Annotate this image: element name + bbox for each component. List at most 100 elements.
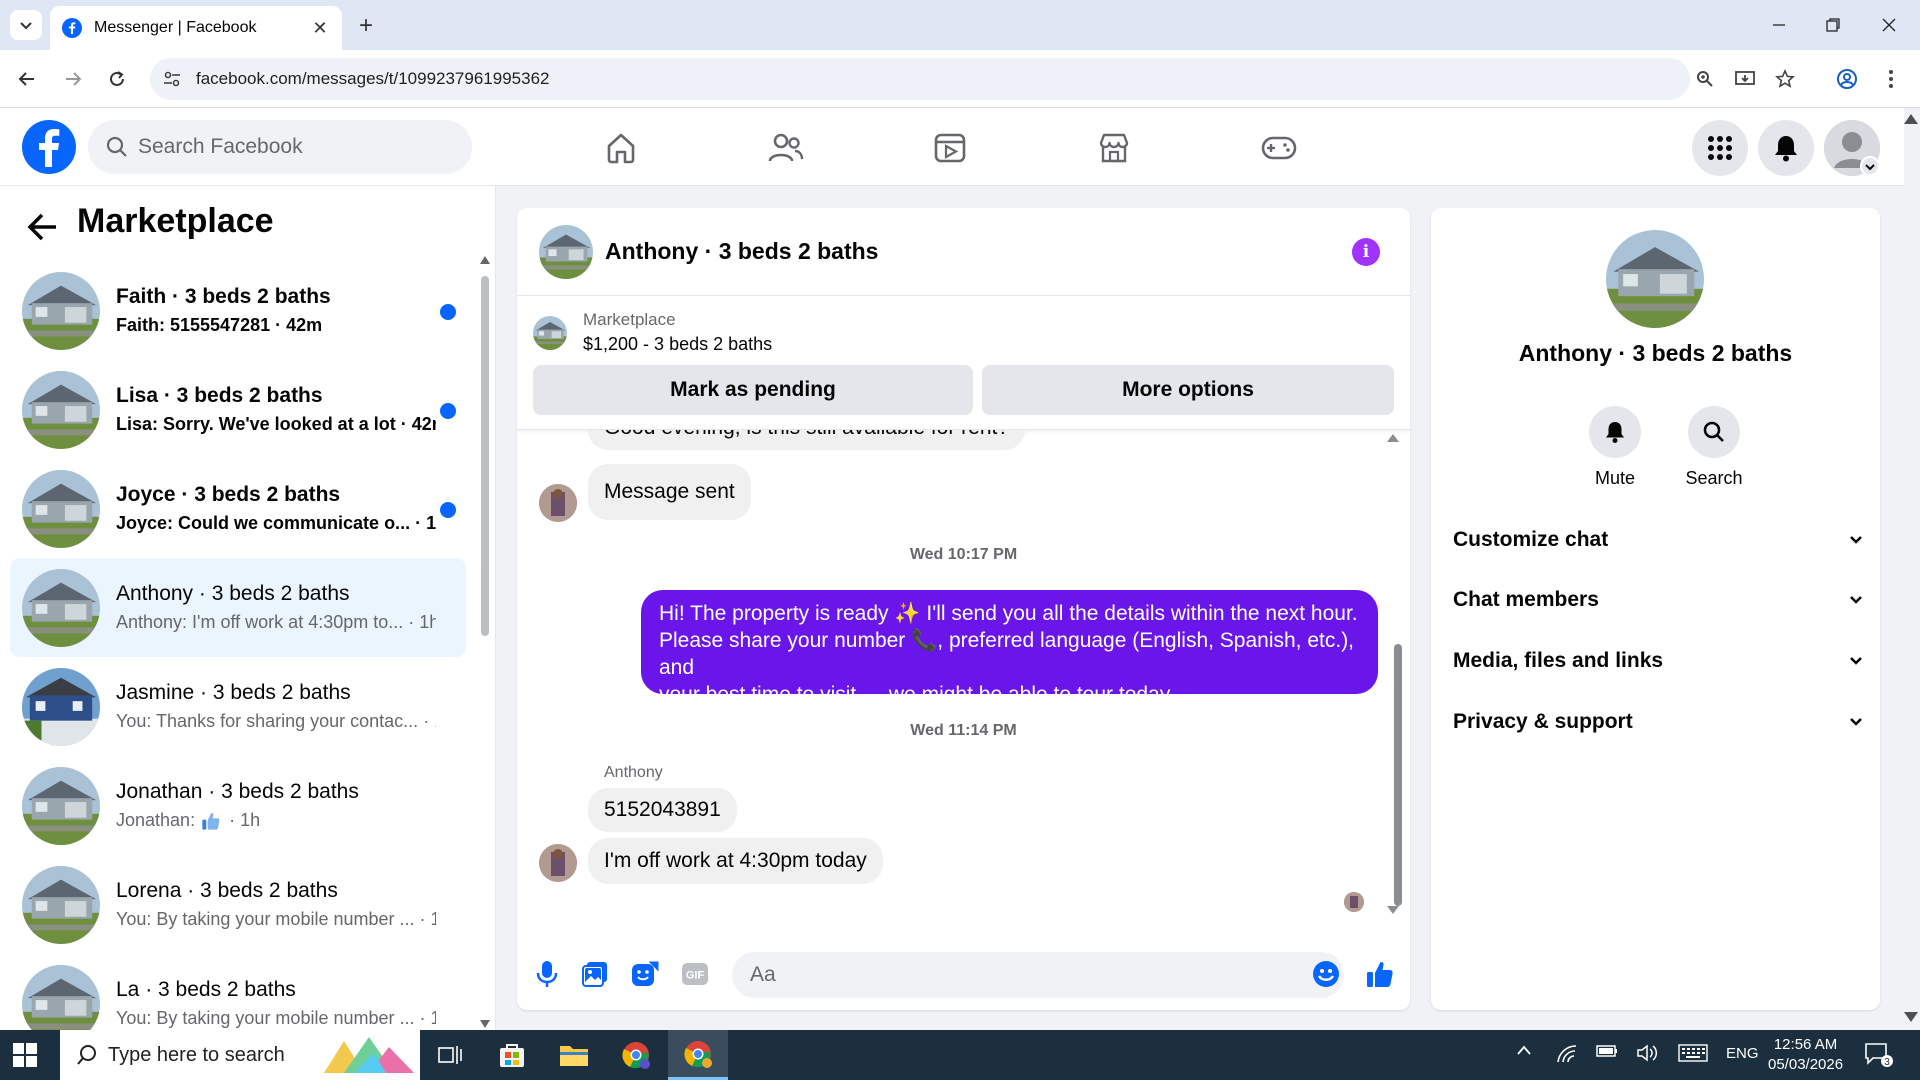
thumbs-up-icon[interactable] bbox=[1362, 956, 1398, 992]
url-field[interactable]: facebook.com/messages/t/1099237961995362 bbox=[150, 58, 1690, 100]
customize-chat-section[interactable]: Customize chat bbox=[1453, 516, 1863, 564]
media-files-links-section[interactable]: Media, files and links bbox=[1453, 637, 1863, 685]
home-icon[interactable] bbox=[599, 126, 643, 170]
message-input[interactable] bbox=[732, 952, 1344, 998]
mark-pending-button[interactable]: Mark as pending bbox=[533, 365, 973, 415]
install-app-icon[interactable] bbox=[1730, 64, 1760, 94]
windows-start-icon[interactable] bbox=[12, 1042, 38, 1068]
video-icon[interactable] bbox=[928, 126, 972, 170]
conversation-item[interactable]: Joyce · 3 beds 2 baths Joyce: Could we co… bbox=[10, 459, 466, 558]
conversation-item[interactable]: Lisa · 3 beds 2 baths Lisa: Sorry. We've … bbox=[10, 360, 466, 459]
search-in-chat-button[interactable]: Search bbox=[1674, 406, 1754, 489]
back-arrow-icon[interactable] bbox=[26, 210, 60, 244]
sticker-icon[interactable] bbox=[627, 956, 663, 992]
volume-icon[interactable] bbox=[1636, 1044, 1658, 1062]
message-bubble[interactable]: 5152043891 bbox=[588, 788, 737, 832]
menu-grid-icon[interactable] bbox=[1692, 120, 1748, 176]
search-icon bbox=[76, 1044, 98, 1066]
keyboard-icon[interactable] bbox=[1678, 1044, 1708, 1062]
scroll-down-icon[interactable] bbox=[480, 1020, 490, 1028]
chat-title[interactable]: Anthony · 3 beds 2 baths bbox=[605, 238, 878, 265]
listing-title[interactable]: $1,200 - 3 beds 2 baths bbox=[583, 334, 772, 355]
microphone-icon[interactable] bbox=[529, 956, 565, 992]
scroll-up-icon[interactable] bbox=[480, 256, 490, 264]
show-hidden-icons-icon[interactable] bbox=[1516, 1044, 1532, 1056]
back-icon[interactable] bbox=[12, 64, 42, 94]
new-tab-button[interactable]: + bbox=[352, 12, 380, 40]
more-options-button[interactable]: More options bbox=[982, 365, 1394, 415]
preview-separator: · bbox=[270, 314, 287, 335]
conversation-item[interactable]: Jonathan · 3 beds 2 baths Jonathan: · 1h bbox=[10, 756, 466, 855]
conversation-item[interactable]: Jasmine · 3 beds 2 baths You: Thanks for … bbox=[10, 657, 466, 756]
privacy-support-section[interactable]: Privacy & support bbox=[1453, 698, 1863, 746]
facebook-logo[interactable] bbox=[22, 120, 76, 174]
profile-avatar[interactable] bbox=[1606, 230, 1704, 328]
tab-close-icon[interactable]: ✕ bbox=[310, 18, 330, 38]
scrollbar-thumb[interactable] bbox=[481, 276, 489, 636]
conversation-item[interactable]: Anthony · 3 beds 2 baths Anthony: I'm off… bbox=[10, 558, 466, 657]
conversation-name: Joyce · 3 beds 2 baths bbox=[116, 482, 341, 506]
sender-avatar[interactable] bbox=[539, 844, 577, 882]
conversation-item[interactable]: Faith · 3 beds 2 baths Faith: 5155547281 … bbox=[10, 261, 466, 360]
chat-avatar[interactable] bbox=[539, 225, 593, 279]
scroll-down-icon[interactable] bbox=[1387, 906, 1399, 914]
browser-menu-icon[interactable] bbox=[1876, 64, 1906, 94]
conversation-avatar bbox=[22, 569, 100, 647]
marketplace-icon[interactable] bbox=[1092, 126, 1136, 170]
conversation-item[interactable]: Lorena · 3 beds 2 baths You: By taking yo… bbox=[10, 855, 466, 954]
account-avatar[interactable] bbox=[1824, 120, 1880, 176]
photo-icon[interactable] bbox=[577, 956, 613, 992]
reload-icon[interactable] bbox=[102, 64, 132, 94]
conversation-list: Faith · 3 beds 2 baths Faith: 5155547281 … bbox=[10, 261, 466, 1030]
microsoft-store-icon[interactable] bbox=[482, 1030, 542, 1080]
task-view-icon[interactable] bbox=[420, 1030, 480, 1080]
chevron-down-icon bbox=[20, 22, 32, 30]
file-explorer-icon[interactable] bbox=[544, 1030, 604, 1080]
emoji-icon[interactable] bbox=[1308, 956, 1344, 992]
page-scroll-down-icon[interactable] bbox=[1904, 1012, 1918, 1022]
mute-button[interactable]: Mute bbox=[1575, 406, 1655, 489]
info-icon[interactable]: i bbox=[1352, 238, 1380, 266]
notifications-bell-icon[interactable] bbox=[1758, 120, 1814, 176]
facebook-search-field[interactable]: Search Facebook bbox=[88, 120, 472, 174]
notification-center-icon[interactable]: 3 bbox=[1864, 1042, 1894, 1068]
conversation-text: Joyce · 3 beds 2 baths Joyce: Could we co… bbox=[116, 481, 436, 537]
friends-icon[interactable] bbox=[764, 126, 808, 170]
page-scroll-up-icon[interactable] bbox=[1904, 114, 1918, 124]
message-sent-bubble[interactable]: Message sent bbox=[588, 464, 751, 520]
network-icon[interactable] bbox=[1556, 1044, 1578, 1064]
minimize-icon[interactable] bbox=[1764, 12, 1794, 38]
sender-avatar[interactable] bbox=[539, 484, 577, 522]
outgoing-line: Hi! The property is ready ✨ I'll send yo… bbox=[659, 602, 1358, 625]
conversation-name: Jasmine · 3 beds 2 baths bbox=[116, 680, 351, 704]
message-bubble[interactable]: Good evening, is this still available fo… bbox=[588, 430, 1026, 450]
profile-name[interactable]: Anthony · 3 beds 2 baths bbox=[1431, 340, 1880, 367]
language-indicator[interactable]: ENG bbox=[1726, 1045, 1759, 1062]
profile-icon[interactable] bbox=[1832, 64, 1862, 94]
site-info-icon[interactable] bbox=[162, 69, 182, 89]
taskbar-clock[interactable]: 12:56 AM 05/03/2026 bbox=[1768, 1035, 1843, 1075]
battery-icon[interactable] bbox=[1596, 1044, 1618, 1058]
listing-thumbnail[interactable] bbox=[533, 316, 567, 350]
taskbar-search-field[interactable]: Type here to search bbox=[60, 1030, 420, 1080]
gaming-icon[interactable] bbox=[1257, 126, 1301, 170]
tab-list-button[interactable] bbox=[10, 10, 42, 40]
conversation-item[interactable]: La · 3 beds 2 baths You: By taking your m… bbox=[10, 954, 466, 1030]
outgoing-line: Please share your number 📞, preferred la… bbox=[659, 629, 1355, 679]
restore-icon[interactable] bbox=[1818, 12, 1848, 38]
forward-icon[interactable] bbox=[58, 64, 88, 94]
outgoing-message-bubble[interactable]: Hi! The property is ready ✨ I'll send yo… bbox=[641, 590, 1378, 706]
zoom-icon[interactable] bbox=[1690, 64, 1720, 94]
unread-dot bbox=[440, 502, 456, 518]
chrome-profile-icon[interactable] bbox=[606, 1030, 666, 1080]
close-window-icon[interactable] bbox=[1874, 12, 1904, 38]
gif-icon[interactable]: GIF bbox=[677, 956, 713, 992]
message-bubble[interactable]: I'm off work at 4:30pm today bbox=[588, 838, 883, 884]
scrollbar-thumb[interactable] bbox=[1394, 644, 1402, 906]
chrome-active-icon[interactable] bbox=[668, 1030, 728, 1080]
chat-members-section[interactable]: Chat members bbox=[1453, 576, 1863, 624]
scroll-up-icon[interactable] bbox=[1387, 434, 1399, 442]
browser-tab[interactable]: Messenger | Facebook ✕ bbox=[50, 6, 342, 50]
outgoing-line: your best time to visit — we might be ab… bbox=[659, 683, 1175, 706]
bookmark-star-icon[interactable] bbox=[1770, 64, 1800, 94]
